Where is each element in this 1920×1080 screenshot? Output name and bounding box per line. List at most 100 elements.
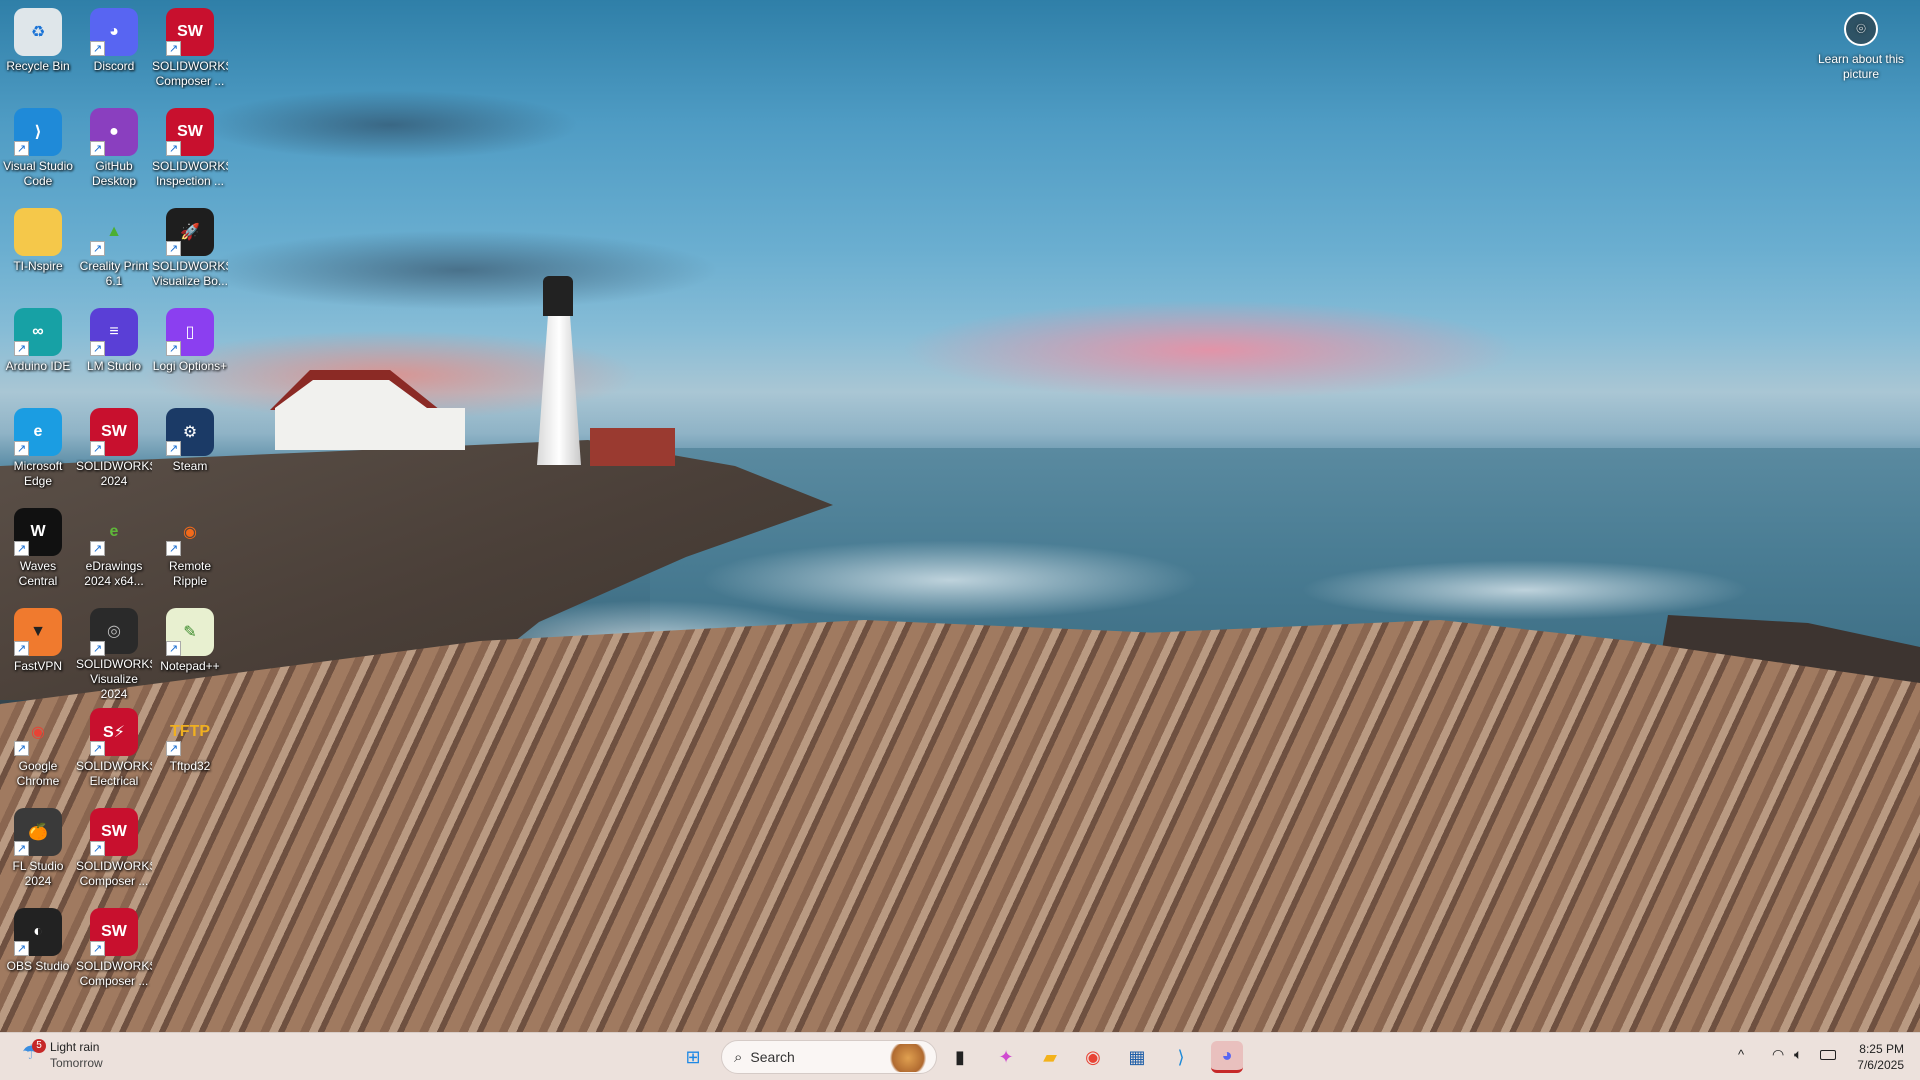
folder-icon	[14, 208, 62, 256]
desktop-icon[interactable]: ◎ ↗ SOLIDWORKS Visualize 2024	[76, 600, 152, 700]
desktop-icon[interactable]: TFTP ↗ Tftpd32	[152, 700, 228, 800]
desktop-wallpaper: ♻ Recycle Bin ◕ ↗ Discord SW ↗ SOLIDWORKS Compo…	[0, 0, 1920, 1032]
file-explorer-button[interactable]: ▰	[1034, 1041, 1066, 1073]
desktop-icon[interactable]: ∞ ↗ Arduino IDE	[0, 300, 76, 400]
shortcut-arrow-icon: ↗	[166, 741, 181, 756]
chrome-icon: ◉	[1085, 1046, 1101, 1067]
weather-widget[interactable]: ☂ 5 Light rain Tomorrow	[18, 1039, 103, 1071]
copilot-icon: ✦	[998, 1046, 1014, 1067]
desktop-icon-label: Steam	[172, 459, 208, 473]
desktop-icon[interactable]: S⚡ ↗ SOLIDWORKS Electrical	[76, 700, 152, 800]
taskbar: ☂ 5 Light rain Tomorrow ⊞ ▮ ✦ ▰ ◉ ▦ ⟩ ◕ ⌕ Searc…	[0, 1032, 1920, 1080]
desktop-icon-label: Creality Print 6.1	[79, 259, 149, 288]
weather-when: Tomorrow	[50, 1056, 103, 1070]
clock[interactable]: 8:25 PM 7/6/2025	[1852, 1041, 1904, 1073]
desktop-icon[interactable]: SW ↗ SOLIDWORKS Inspection ...	[152, 100, 228, 200]
learn-about-picture-button[interactable]: ⌾ Learn about this picture	[1816, 12, 1906, 82]
desktop-icon-label: SOLIDWORKS Composer ...	[152, 59, 228, 88]
wallpaper-cloud	[200, 230, 720, 310]
search-box[interactable]: ⌕ Search	[721, 1040, 937, 1074]
desktop-icon[interactable]: 🚀 ↗ SOLIDWORKS Visualize Bo...	[152, 200, 228, 300]
shortcut-arrow-icon: ↗	[166, 641, 181, 656]
desktop-icon[interactable]: ◕ ↗ Discord	[76, 0, 152, 100]
desktop-icon-label: Visual Studio Code	[3, 159, 73, 188]
desktop-icon[interactable]: ♻ Recycle Bin	[0, 0, 76, 100]
desktop-icon-label: Waves Central	[18, 559, 58, 588]
shortcut-arrow-icon: ↗	[90, 941, 105, 956]
task-view-icon: ▮	[955, 1046, 965, 1067]
desktop-icon[interactable]: ◉ ↗ Remote Ripple	[152, 500, 228, 600]
desktop-icon[interactable]: ≡ ↗ LM Studio	[76, 300, 152, 400]
wallpaper-house	[590, 428, 675, 466]
vscode-button[interactable]: ⟩	[1165, 1041, 1197, 1073]
desktop-icon-label: Microsoft Edge	[13, 459, 63, 488]
desktop-icon[interactable]: e ↗ eDrawings 2024 x64...	[76, 500, 152, 600]
wallpaper-cloud	[200, 90, 580, 160]
shortcut-arrow-icon: ↗	[14, 841, 29, 856]
desktop-icon[interactable]: SW ↗ SOLIDWORKS Composer ...	[76, 800, 152, 900]
shortcut-arrow-icon: ↗	[166, 41, 181, 56]
desktop-icon-label: eDrawings 2024 x64...	[84, 559, 144, 588]
desktop-icon[interactable]: SW ↗ SOLIDWORKS Composer ...	[152, 0, 228, 100]
desktop-icon-label: Google Chrome	[16, 759, 60, 788]
show-hidden-icons-chevron[interactable]: ^	[1738, 1047, 1744, 1062]
camera-icon: ⌾	[1844, 12, 1878, 46]
shortcut-arrow-icon: ↗	[14, 941, 29, 956]
vscode-icon: ⟩	[1177, 1046, 1185, 1067]
desktop-icon[interactable]: SW ↗ SOLIDWORKS Composer ...	[76, 900, 152, 1000]
desktop-icon[interactable]: ◐ ↗ OBS Studio	[0, 900, 76, 1000]
desktop-icon[interactable]: ✎ ↗ Notepad++	[152, 600, 228, 700]
desktop-icon[interactable]: ⚙ ↗ Steam	[152, 400, 228, 500]
desktop-icon-label: OBS Studio	[6, 959, 70, 973]
wifi-icon[interactable]: ◠	[1772, 1046, 1784, 1063]
desktop-icon[interactable]: ● ↗ GitHub Desktop	[76, 100, 152, 200]
weather-alert-badge: 5	[32, 1039, 46, 1053]
shortcut-arrow-icon: ↗	[90, 541, 105, 556]
shortcut-arrow-icon: ↗	[90, 841, 105, 856]
desktop-icon-label: Remote Ripple	[168, 559, 212, 588]
shortcut-arrow-icon: ↗	[14, 741, 29, 756]
learn-about-picture-label: Learn about this picture	[1817, 52, 1905, 81]
desktop-icon-label: SOLIDWORKS Composer ...	[76, 959, 152, 988]
recycle-bin-icon: ♻	[14, 8, 62, 56]
clock-time: 8:25 PM	[1859, 1042, 1904, 1056]
wallpaper-lighthouse-lamp	[543, 276, 573, 316]
shortcut-arrow-icon: ↗	[90, 441, 105, 456]
speaker-icon[interactable]: 🔈︎	[1794, 1046, 1802, 1063]
desktop-icon-label: SOLIDWORKS Visualize 2024	[76, 656, 152, 700]
shortcut-arrow-icon: ↗	[166, 541, 181, 556]
discord-button[interactable]: ◕	[1211, 1041, 1243, 1073]
wallpaper-rocks	[0, 620, 1920, 1032]
desktop-icon[interactable]: ▯ ↗ Logi Options+	[152, 300, 228, 400]
desktop-icon-label: Discord	[93, 59, 135, 73]
copilot-button[interactable]: ✦	[990, 1041, 1022, 1073]
wallpaper-cloud	[900, 300, 1520, 400]
search-placeholder: Search	[750, 1049, 795, 1065]
desktop-icon[interactable]: W ↗ Waves Central	[0, 500, 76, 600]
shortcut-arrow-icon: ↗	[166, 141, 181, 156]
task-view-button[interactable]: ▮	[944, 1041, 976, 1073]
desktop-icon-label: SOLIDWORKS Visualize Bo...	[152, 259, 228, 288]
shortcut-arrow-icon: ↗	[166, 241, 181, 256]
battery-icon[interactable]	[1820, 1050, 1836, 1060]
desktop-icon[interactable]: ▼ ↗ FastVPN	[0, 600, 76, 700]
clock-date: 7/6/2025	[1857, 1058, 1904, 1072]
desktop-icon[interactable]: ⟩ ↗ Visual Studio Code	[0, 100, 76, 200]
desktop-icon-label: SOLIDWORKS Electrical	[76, 759, 152, 788]
desktop-icon[interactable]: TI-Nspire	[0, 200, 76, 300]
desktop-icon-label: Arduino IDE	[5, 359, 71, 373]
shortcut-arrow-icon: ↗	[90, 641, 105, 656]
start-button[interactable]: ⊞	[677, 1041, 709, 1073]
shortcut-arrow-icon: ↗	[90, 741, 105, 756]
windows-logo-icon: ⊞	[685, 1046, 701, 1067]
microsoft-store-button[interactable]: ▦	[1121, 1041, 1153, 1073]
weather-condition: Light rain	[50, 1040, 100, 1054]
desktop-icon[interactable]: SW ↗ SOLIDWORKS 2024	[76, 400, 152, 500]
desktop-icon-label: SOLIDWORKS Inspection ...	[152, 159, 228, 188]
desktop-icon[interactable]: ▲ ↗ Creality Print 6.1	[76, 200, 152, 300]
shortcut-arrow-icon: ↗	[166, 441, 181, 456]
desktop-icon[interactable]: ◉ ↗ Google Chrome	[0, 700, 76, 800]
chrome-button[interactable]: ◉	[1077, 1041, 1109, 1073]
desktop-icon[interactable]: e ↗ Microsoft Edge	[0, 400, 76, 500]
desktop-icon[interactable]: 🍊 ↗ FL Studio 2024	[0, 800, 76, 900]
